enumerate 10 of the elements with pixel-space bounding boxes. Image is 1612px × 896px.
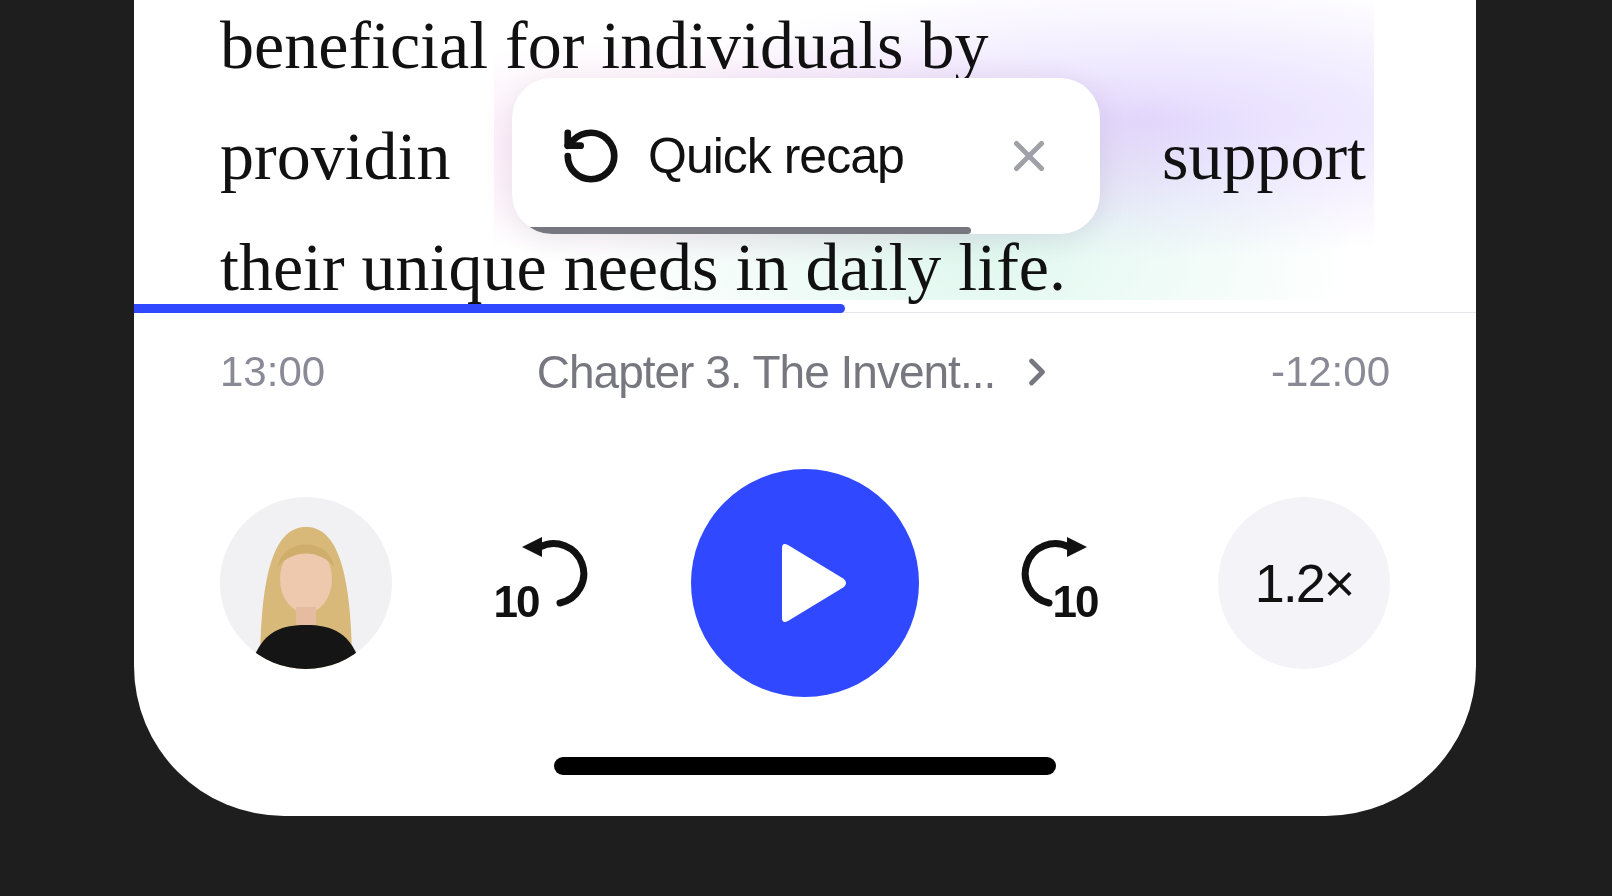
elapsed-time: 13:00: [220, 348, 326, 396]
text-line: providin: [220, 119, 451, 194]
quick-recap-popup[interactable]: Quick recap: [512, 78, 1100, 234]
skip-back-button[interactable]: 10: [491, 533, 592, 633]
popup-title: Quick recap: [648, 127, 905, 185]
remaining-time: -12:00: [1270, 348, 1390, 396]
skip-forward-button[interactable]: 10: [1018, 533, 1119, 633]
chapter-button[interactable]: Chapter 3. The Invent...: [536, 345, 1060, 399]
text-line: support: [1162, 119, 1366, 194]
speed-button[interactable]: 1.2×: [1218, 497, 1390, 669]
